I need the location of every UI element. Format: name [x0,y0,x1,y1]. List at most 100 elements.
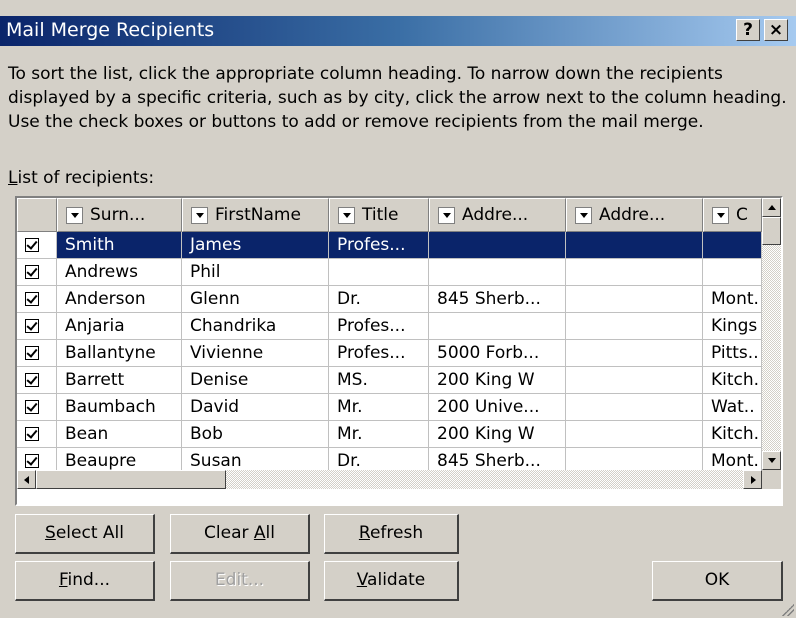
checkbox-cell [17,313,57,340]
window-title: Mail Merge Recipients [6,19,215,41]
scroll-up-button[interactable] [762,198,781,217]
filter-dropdown-icon[interactable] [712,207,729,224]
checkbox-cell [17,286,57,313]
scrollbar-corner [762,470,781,489]
checkbox-cell [17,394,57,421]
include-checkbox[interactable] [25,400,39,414]
include-checkbox[interactable] [25,265,39,279]
mnemonic: S [45,523,56,543]
header-address-1[interactable]: Addre... [429,198,566,232]
header-label: Surn... [90,205,146,225]
table-cell: Chandrika [182,313,329,340]
list-label-text: ist of recipients: [17,168,155,188]
table-cell [429,313,566,340]
table-cell: Kitch. [703,421,762,448]
mnemonic: V [356,570,368,590]
table-cell: Andrews [57,259,182,286]
help-button[interactable]: ? [736,19,760,41]
button-label: ll [265,523,275,543]
include-checkbox[interactable] [25,346,39,360]
table-cell [566,367,703,394]
table-cell [429,232,566,259]
header-address-2[interactable]: Addre... [566,198,703,232]
table-row[interactable]: Barrett Denise MS. 200 King W Kitch. [17,367,762,394]
vertical-scrollbar[interactable] [762,198,781,470]
header-checkbox-column [17,198,57,232]
mnemonic: F [58,570,68,590]
include-checkbox[interactable] [25,319,39,333]
table-row[interactable]: Andrews Phil [17,259,762,286]
button-label: alidate [367,570,426,590]
header-title[interactable]: Title [329,198,429,232]
validate-button[interactable]: Validate [324,561,459,601]
header-surname[interactable]: Surn... [57,198,182,232]
table-cell: 200 Unive... [429,394,566,421]
filter-dropdown-icon[interactable] [438,207,455,224]
table-cell: 845 Sherb... [429,286,566,313]
table-cell [703,259,762,286]
checkbox-cell [17,421,57,448]
scroll-left-button[interactable] [17,470,36,489]
table-row[interactable]: Anderson Glenn Dr. 845 Sherb... Mont. [17,286,762,313]
column-header-row: Surn... FirstName Title Addre... Addre..… [17,198,777,232]
include-checkbox[interactable] [25,373,39,387]
table-cell [566,421,703,448]
horizontal-scrollbar[interactable] [17,470,762,489]
checkbox-cell [17,340,57,367]
mnemonic: R [358,523,370,543]
close-icon: × [768,20,784,40]
table-cell: Smith [57,232,182,259]
checkbox-cell [17,259,57,286]
refresh-button[interactable]: Refresh [324,514,459,554]
include-checkbox[interactable] [25,454,39,468]
table-cell [329,259,429,286]
button-label: Edit... [214,570,265,590]
horizontal-scroll-thumb[interactable] [36,470,226,489]
close-button[interactable]: × [764,19,788,41]
mnemonic: A [253,523,266,543]
arrow-up-icon [768,205,776,210]
table-cell [429,259,566,286]
table-row[interactable]: Smith James Profes... [17,232,762,259]
filter-dropdown-icon[interactable] [66,207,83,224]
table-cell [566,286,703,313]
table-cell: 200 King W [429,421,566,448]
vertical-scroll-thumb[interactable] [762,217,781,245]
arrow-right-icon [751,476,756,484]
table-cell: Mr. [329,421,429,448]
table-cell: MS. [329,367,429,394]
header-firstname[interactable]: FirstName [182,198,329,232]
table-row[interactable]: Anjaria Chandrika Profes... Kings [17,313,762,340]
filter-dropdown-icon[interactable] [338,207,355,224]
find-button[interactable]: Find... [15,561,155,601]
table-cell: Glenn [182,286,329,313]
ok-button[interactable]: OK [652,561,783,601]
scroll-down-button[interactable] [762,451,781,470]
edit-button: Edit... [170,561,310,601]
include-checkbox[interactable] [25,427,39,441]
table-row[interactable]: Bean Bob Mr. 200 King W Kitch. [17,421,762,448]
table-cell: Ballantyne [57,340,182,367]
table-cell: James [182,232,329,259]
header-city[interactable]: C [703,198,762,232]
arrow-left-icon [24,476,29,484]
title-bar[interactable]: Mail Merge Recipients ? × [0,16,796,46]
table-cell: Vivienne [182,340,329,367]
table-cell: David [182,394,329,421]
table-cell: Profes... [329,232,429,259]
select-all-button[interactable]: Select All [15,514,155,554]
table-cell: Profes... [329,340,429,367]
scroll-right-button[interactable] [743,470,762,489]
table-row[interactable]: Baumbach David Mr. 200 Unive... Wat.. [17,394,762,421]
arrow-down-icon [768,458,776,463]
recipients-list[interactable]: Surn... FirstName Title Addre... Addre..… [15,196,783,506]
include-checkbox[interactable] [25,292,39,306]
header-label: C [736,205,748,225]
clear-all-button[interactable]: Clear All [170,514,310,554]
filter-dropdown-icon[interactable] [191,207,208,224]
filter-dropdown-icon[interactable] [575,207,592,224]
table-row[interactable]: Ballantyne Vivienne Profes... 5000 Forb... P… [17,340,762,367]
table-cell: 5000 Forb... [429,340,566,367]
resize-grip-icon[interactable] [782,604,794,616]
include-checkbox[interactable] [25,238,39,252]
